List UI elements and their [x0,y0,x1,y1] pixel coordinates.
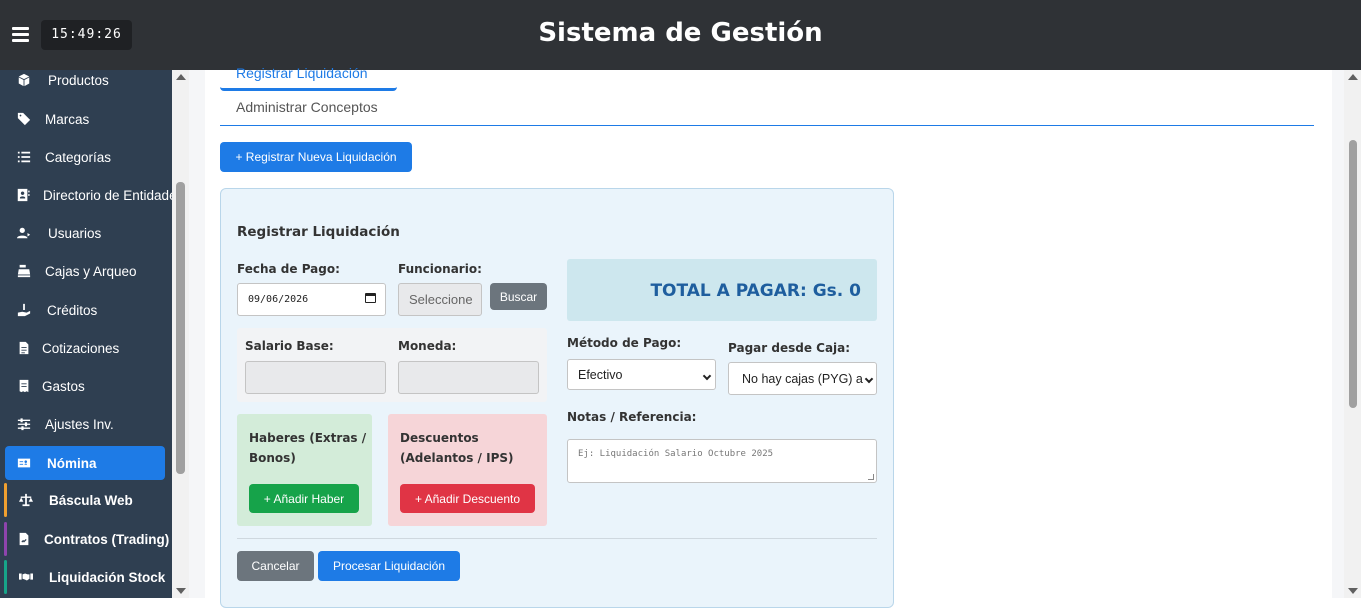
fecha-input[interactable]: 09/06/2026 [237,283,386,316]
moneda-field [398,361,539,394]
notas-textarea[interactable]: Ej: Liquidación Salario Octubre 2025 [567,439,877,483]
sidebar: Productos Marcas Categorías Directorio d… [0,70,172,598]
chevron-down-icon [702,371,712,381]
scrollbar-thumb[interactable] [176,182,185,474]
funcionario-label: Funcionario: [398,262,482,276]
handshake-icon [18,569,34,585]
app-title: Sistema de Gestión [538,18,823,48]
main-scrollbar[interactable] [1344,70,1361,598]
sidebar-item-label: Ajustes Inv. [45,416,114,432]
descuentos-title-line: (Adelantos / IPS) [400,451,514,465]
sidebar-item-marcas[interactable]: Marcas [0,102,172,136]
sidebar-item-label: Cajas y Arqueo [45,263,137,279]
sidebar-item-gastos[interactable]: Gastos [0,369,172,403]
sidebar-item-label: Categorías [45,149,112,165]
sidebar-item-label: Liquidación Stock [49,569,166,585]
sidebar-item-label: Contratos (Trading) [44,531,170,547]
list-icon [16,149,32,165]
address-book-icon [16,187,30,203]
scroll-down-icon[interactable] [1348,588,1358,594]
scroll-up-icon[interactable] [1348,74,1358,80]
descuentos-title-line: Descuentos [400,431,479,445]
metodo-label: Método de Pago: [567,336,682,350]
receipt-icon [16,378,32,394]
sidebar-item-productos[interactable]: Productos [0,70,172,97]
sidebar-item-cotizaciones[interactable]: Cotizaciones [0,331,172,365]
sidebar-item-label: Gastos [42,378,85,394]
funcionario-field[interactable]: Seleccione [398,283,482,316]
buscar-button[interactable]: Buscar [490,283,547,310]
tab-administrar-conceptos[interactable]: Administrar Conceptos [236,99,378,115]
sidebar-item-bascula[interactable]: Báscula Web [0,483,172,517]
sidebar-item-creditos[interactable]: Créditos [0,293,172,327]
metodo-value: Efectivo [578,367,623,382]
sidebar-item-label: Créditos [47,302,98,318]
hand-holding-dollar-icon [16,302,32,318]
sidebar-item-label: Usuarios [48,225,102,241]
caja-value: No hay cajas (PYG) a [742,371,863,386]
total-box: TOTAL A PAGAR: Gs. 0 [567,259,877,321]
sidebar-item-label: Nómina [47,455,97,471]
descuentos-title: Descuentos (Adelantos / IPS) [400,428,514,468]
cash-register-icon [16,263,32,279]
sidebar-scrollbar[interactable] [172,70,189,598]
process-button[interactable]: Procesar Liquidación [318,551,460,581]
fecha-value: 09/06/2026 [248,294,309,305]
sidebar-item-liquidacion-stock[interactable]: Liquidación Stock [0,560,172,594]
chevron-down-icon [864,374,874,384]
new-liquidation-button[interactable]: + Registrar Nueva Liquidación [220,142,412,172]
sidebar-item-nomina[interactable]: Nómina [5,446,165,480]
fecha-label: Fecha de Pago: [237,262,340,276]
sidebar-item-label: Cotizaciones [42,340,120,356]
sidebar-item-label: Báscula Web [49,492,133,508]
sidebar-item-label: Directorio de Entidades [43,187,172,203]
sidebar-item-directorio[interactable]: Directorio de Entidades [0,178,172,212]
add-haber-button[interactable]: + Añadir Haber [249,484,359,513]
caja-select[interactable]: No hay cajas (PYG) a [728,362,877,395]
add-descuento-button[interactable]: + Añadir Descuento [400,484,535,513]
tab-registrar-liquidacion[interactable]: Registrar Liquidación [220,63,397,91]
sidebar-item-label: Productos [48,72,109,88]
haberes-title: Haberes (Extras / Bonos) [249,428,366,468]
top-bar: 15:49:26 Sistema de Gestión [0,0,1361,70]
accent-bar [4,522,7,556]
tab-divider [220,125,1314,126]
form-divider [237,538,877,539]
notas-label: Notas / Referencia: [567,410,697,424]
form-title: Registrar Liquidación [237,224,400,240]
sidebar-item-contratos[interactable]: Contratos (Trading) [0,522,172,556]
file-invoice-icon [16,340,32,356]
salario-label: Salario Base: [245,339,334,353]
sidebar-item-cajas[interactable]: Cajas y Arqueo [0,254,172,288]
cancel-button[interactable]: Cancelar [237,551,314,581]
file-contract-icon [16,531,32,547]
sidebar-item-categorias[interactable]: Categorías [0,140,172,174]
haberes-title-line: Bonos) [249,451,296,465]
caja-label: Pagar desde Caja: [728,341,851,355]
sidebar-item-usuarios[interactable]: Usuarios [0,216,172,250]
metodo-select[interactable]: Efectivo [567,359,716,390]
scale-icon [18,492,34,508]
scroll-up-icon[interactable] [176,74,186,80]
scrollbar-thumb[interactable] [1349,140,1357,408]
notas-placeholder: Ej: Liquidación Salario Octubre 2025 [578,449,774,459]
salario-field [245,361,386,394]
sidebar-item-label: Marcas [45,111,90,127]
accent-bar [4,560,7,594]
calendar-icon[interactable] [365,293,376,303]
sliders-icon [16,416,32,432]
scroll-down-icon[interactable] [176,588,186,594]
box-icon [16,72,32,88]
tags-icon [16,111,32,127]
total-amount: TOTAL A PAGAR: Gs. 0 [650,281,861,301]
accent-bar [4,483,7,517]
resize-handle-icon[interactable] [868,474,874,480]
users-icon [16,225,32,241]
moneda-label: Moneda: [398,339,457,353]
id-card-icon [16,455,32,471]
sidebar-item-ajustes[interactable]: Ajustes Inv. [0,407,172,441]
haberes-title-line: Haberes (Extras / [249,431,367,445]
